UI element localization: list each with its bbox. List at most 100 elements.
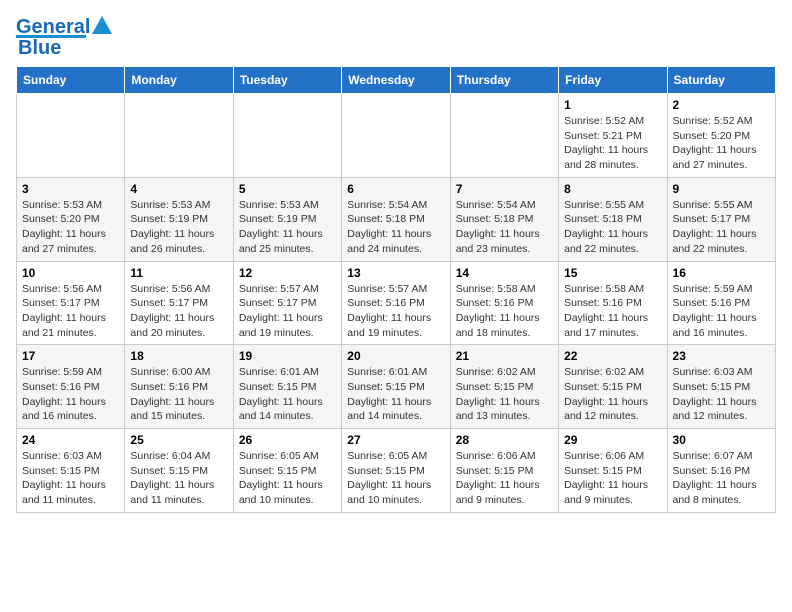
day-number: 25 [130,433,227,447]
calendar-cell: 20 Sunrise: 6:01 AM Sunset: 5:15 PM Dayli… [342,345,450,429]
day-number: 28 [456,433,553,447]
calendar-cell: 7Sunrise: 5:54 AM Sunset: 5:18 PM Daylig… [450,177,558,261]
weekday-header-monday: Monday [125,67,233,94]
day-number: 26 [239,433,336,447]
day-number: 23 [673,349,770,363]
calendar-cell: 25 Sunrise: 6:04 AM Sunset: 5:15 PM Dayli… [125,429,233,513]
day-info: Sunrise: 6:01 AM Sunset: 5:15 PM Dayligh… [239,365,336,424]
calendar-cell: 17 Sunrise: 5:59 AM Sunset: 5:16 PM Dayli… [17,345,125,429]
day-info: Sunrise: 6:01 AM Sunset: 5:15 PM Dayligh… [347,365,444,424]
calendar-cell: 11 Sunrise: 5:56 AM Sunset: 5:17 PM Dayli… [125,261,233,345]
day-info: Sunrise: 6:02 AM Sunset: 5:15 PM Dayligh… [564,365,661,424]
day-number: 8 [564,182,661,196]
calendar-cell: 26 Sunrise: 6:05 AM Sunset: 5:15 PM Dayli… [233,429,341,513]
calendar-cell: 22 Sunrise: 6:02 AM Sunset: 5:15 PM Dayli… [559,345,667,429]
weekday-header-tuesday: Tuesday [233,67,341,94]
day-info: Sunrise: 5:54 AM Sunset: 5:18 PM Dayligh… [456,198,553,257]
calendar-cell: 10 Sunrise: 5:56 AM Sunset: 5:17 PM Dayli… [17,261,125,345]
day-number: 12 [239,266,336,280]
day-number: 29 [564,433,661,447]
calendar-cell: 24Sunrise: 6:03 AM Sunset: 5:15 PM Dayli… [17,429,125,513]
day-number: 18 [130,349,227,363]
day-info: Sunrise: 5:53 AM Sunset: 5:19 PM Dayligh… [239,198,336,257]
day-number: 17 [22,349,119,363]
calendar-cell: 4 Sunrise: 5:53 AM Sunset: 5:19 PM Daylig… [125,177,233,261]
calendar-cell: 14Sunrise: 5:58 AM Sunset: 5:16 PM Dayli… [450,261,558,345]
day-number: 3 [22,182,119,196]
day-number: 9 [673,182,770,196]
weekday-header-sunday: Sunday [17,67,125,94]
calendar-cell [233,94,341,178]
day-info: Sunrise: 6:06 AM Sunset: 5:15 PM Dayligh… [456,449,553,508]
weekday-header-row: SundayMondayTuesdayWednesdayThursdayFrid… [17,67,776,94]
calendar-cell: 9 Sunrise: 5:55 AM Sunset: 5:17 PM Daylig… [667,177,775,261]
calendar-header: SundayMondayTuesdayWednesdayThursdayFrid… [17,67,776,94]
day-info: Sunrise: 5:55 AM Sunset: 5:18 PM Dayligh… [564,198,661,257]
day-number: 22 [564,349,661,363]
day-number: 30 [673,433,770,447]
calendar-cell [342,94,450,178]
day-info: Sunrise: 5:53 AM Sunset: 5:19 PM Dayligh… [130,198,227,257]
day-number: 20 [347,349,444,363]
day-number: 1 [564,98,661,112]
calendar-cell: 29 Sunrise: 6:06 AM Sunset: 5:15 PM Dayli… [559,429,667,513]
day-number: 15 [564,266,661,280]
day-number: 11 [130,266,227,280]
calendar-table: SundayMondayTuesdayWednesdayThursdayFrid… [16,66,776,513]
day-info: Sunrise: 5:55 AM Sunset: 5:17 PM Dayligh… [673,198,770,257]
calendar-cell: 5 Sunrise: 5:53 AM Sunset: 5:19 PM Daylig… [233,177,341,261]
day-info: Sunrise: 5:59 AM Sunset: 5:16 PM Dayligh… [22,365,119,424]
logo: General Blue [16,16,112,58]
calendar-cell: 3 Sunrise: 5:53 AM Sunset: 5:20 PM Daylig… [17,177,125,261]
calendar-cell: 28 Sunrise: 6:06 AM Sunset: 5:15 PM Dayli… [450,429,558,513]
calendar-cell: 8 Sunrise: 5:55 AM Sunset: 5:18 PM Daylig… [559,177,667,261]
day-info: Sunrise: 6:00 AM Sunset: 5:16 PM Dayligh… [130,365,227,424]
calendar-cell [17,94,125,178]
day-info: Sunrise: 5:57 AM Sunset: 5:16 PM Dayligh… [347,282,444,341]
calendar-week-3: 10 Sunrise: 5:56 AM Sunset: 5:17 PM Dayli… [17,261,776,345]
calendar-cell: 18 Sunrise: 6:00 AM Sunset: 5:16 PM Dayli… [125,345,233,429]
day-info: Sunrise: 6:06 AM Sunset: 5:15 PM Dayligh… [564,449,661,508]
calendar-cell [125,94,233,178]
day-number: 27 [347,433,444,447]
calendar-cell: 27 Sunrise: 6:05 AM Sunset: 5:15 PM Dayli… [342,429,450,513]
weekday-header-saturday: Saturday [667,67,775,94]
calendar-cell: 12 Sunrise: 5:57 AM Sunset: 5:17 PM Dayli… [233,261,341,345]
calendar-week-4: 17 Sunrise: 5:59 AM Sunset: 5:16 PM Dayli… [17,345,776,429]
day-number: 10 [22,266,119,280]
day-info: Sunrise: 5:52 AM Sunset: 5:21 PM Dayligh… [564,114,661,173]
calendar-week-1: 1 Sunrise: 5:52 AM Sunset: 5:21 PM Daylig… [17,94,776,178]
logo-blue-text: Blue [18,38,61,58]
day-info: Sunrise: 5:56 AM Sunset: 5:17 PM Dayligh… [130,282,227,341]
day-number: 4 [130,182,227,196]
day-number: 19 [239,349,336,363]
day-info: Sunrise: 5:59 AM Sunset: 5:16 PM Dayligh… [673,282,770,341]
day-info: Sunrise: 5:57 AM Sunset: 5:17 PM Dayligh… [239,282,336,341]
day-number: 24 [22,433,119,447]
calendar-body: 1 Sunrise: 5:52 AM Sunset: 5:21 PM Daylig… [17,94,776,513]
day-info: Sunrise: 5:56 AM Sunset: 5:17 PM Dayligh… [22,282,119,341]
weekday-header-thursday: Thursday [450,67,558,94]
day-number: 21 [456,349,553,363]
calendar-cell: 21Sunrise: 6:02 AM Sunset: 5:15 PM Dayli… [450,345,558,429]
day-number: 14 [456,266,553,280]
day-info: Sunrise: 6:07 AM Sunset: 5:16 PM Dayligh… [673,449,770,508]
day-info: Sunrise: 6:05 AM Sunset: 5:15 PM Dayligh… [239,449,336,508]
logo-triangle-icon [92,16,112,36]
day-info: Sunrise: 5:53 AM Sunset: 5:20 PM Dayligh… [22,198,119,257]
day-number: 13 [347,266,444,280]
weekday-header-wednesday: Wednesday [342,67,450,94]
weekday-header-friday: Friday [559,67,667,94]
day-info: Sunrise: 5:54 AM Sunset: 5:18 PM Dayligh… [347,198,444,257]
calendar-week-5: 24Sunrise: 6:03 AM Sunset: 5:15 PM Dayli… [17,429,776,513]
calendar-cell: 23 Sunrise: 6:03 AM Sunset: 5:15 PM Dayli… [667,345,775,429]
day-number: 16 [673,266,770,280]
logo-text: General [16,17,90,37]
calendar-cell: 16 Sunrise: 5:59 AM Sunset: 5:16 PM Dayli… [667,261,775,345]
day-info: Sunrise: 6:04 AM Sunset: 5:15 PM Dayligh… [130,449,227,508]
day-info: Sunrise: 6:03 AM Sunset: 5:15 PM Dayligh… [673,365,770,424]
calendar-cell [450,94,558,178]
day-number: 5 [239,182,336,196]
calendar-cell: 30 Sunrise: 6:07 AM Sunset: 5:16 PM Dayli… [667,429,775,513]
day-info: Sunrise: 6:05 AM Sunset: 5:15 PM Dayligh… [347,449,444,508]
